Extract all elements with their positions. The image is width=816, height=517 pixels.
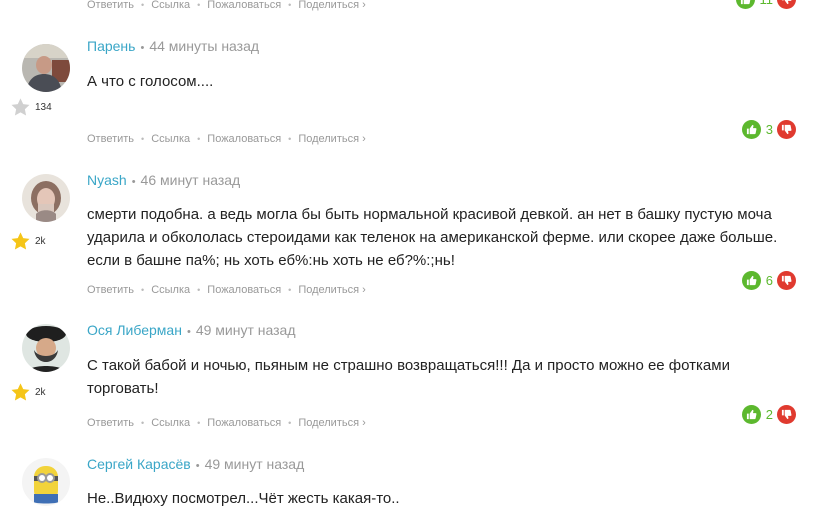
comment-actions: Ответить • Ссылка • Пожаловаться • Подел… bbox=[87, 133, 366, 145]
vote-controls: 2 bbox=[741, 405, 796, 424]
chevron-right-icon: › bbox=[362, 0, 366, 11]
author-name[interactable]: Парень bbox=[87, 38, 135, 54]
thumbs-up-icon[interactable] bbox=[741, 120, 761, 139]
timestamp: 49 минут назад bbox=[195, 322, 296, 338]
separator-dot: • bbox=[141, 134, 145, 144]
report-link[interactable]: Пожаловаться bbox=[207, 284, 281, 296]
comment-meta: Сергей Карасёв • 49 минут назад bbox=[87, 456, 304, 472]
thumbs-up-icon[interactable] bbox=[741, 405, 761, 424]
vote-count: 6 bbox=[765, 273, 773, 288]
permalink-link[interactable]: Ссылка bbox=[151, 0, 190, 11]
separator-dot: • bbox=[141, 418, 145, 428]
separator-dot: • bbox=[141, 285, 145, 295]
separator-dot: • bbox=[131, 176, 136, 188]
comment-actions-0: Ответить • Ссылка • Пожаловаться • Подел… bbox=[87, 0, 366, 11]
report-link[interactable]: Пожаловаться bbox=[207, 417, 281, 429]
separator-dot: • bbox=[140, 42, 145, 54]
thumbs-down-icon[interactable] bbox=[777, 0, 796, 9]
chevron-right-icon: › bbox=[362, 133, 366, 145]
comment-text: смерти подобна. а ведь могла бы быть нор… bbox=[87, 206, 778, 269]
chevron-right-icon: › bbox=[362, 284, 366, 296]
comment-actions: Ответить • Ссылка • Пожаловаться • Подел… bbox=[87, 284, 366, 296]
separator-dot: • bbox=[197, 418, 201, 428]
timestamp: 49 минут назад bbox=[204, 456, 305, 472]
comment-actions: Ответить • Ссылка • Пожаловаться • Подел… bbox=[87, 417, 366, 429]
thumbs-up-icon[interactable] bbox=[735, 0, 755, 9]
user-rating: 134 bbox=[10, 97, 52, 118]
vote-controls: 6 bbox=[741, 271, 796, 290]
thumbs-down-icon[interactable] bbox=[777, 120, 796, 139]
separator-dot: • bbox=[197, 285, 201, 295]
avatar[interactable] bbox=[22, 44, 70, 92]
timestamp: 44 минуты назад bbox=[149, 38, 260, 54]
separator-dot: • bbox=[186, 326, 191, 338]
comment-meta: Nyash • 46 минут назад bbox=[87, 172, 240, 188]
thumbs-up-icon[interactable] bbox=[741, 271, 761, 290]
rating-value: 2k bbox=[35, 387, 46, 398]
author-name[interactable]: Сергей Карасёв bbox=[87, 456, 191, 472]
rating-value: 2k bbox=[35, 236, 46, 247]
separator-dot: • bbox=[195, 460, 200, 472]
avatar[interactable] bbox=[22, 324, 70, 372]
star-icon bbox=[11, 383, 30, 401]
separator-dot: • bbox=[288, 0, 292, 10]
permalink-link[interactable]: Ссылка bbox=[151, 417, 190, 429]
vote-controls: 3 bbox=[741, 120, 796, 139]
avatar[interactable] bbox=[22, 458, 70, 506]
separator-dot: • bbox=[197, 134, 201, 144]
share-link[interactable]: Поделиться bbox=[298, 0, 359, 11]
separator-dot: • bbox=[197, 0, 201, 10]
reply-link[interactable]: Ответить bbox=[87, 284, 134, 296]
comment-text: А что с голосом.... bbox=[87, 73, 214, 90]
comment-meta: Парень • 44 минуты назад bbox=[87, 38, 259, 54]
permalink-link[interactable]: Ссылка bbox=[151, 133, 190, 145]
user-rating: 2k bbox=[10, 382, 46, 403]
separator-dot: • bbox=[288, 134, 292, 144]
thumbs-down-icon[interactable] bbox=[777, 405, 796, 424]
comment-text: Не..Видюху посмотрел...Чёт жесть какая-т… bbox=[87, 490, 400, 507]
comment-text: С такой бабой и ночью, пьяным не страшно… bbox=[87, 357, 730, 397]
separator-dot: • bbox=[288, 285, 292, 295]
vote-controls-0: 11 bbox=[735, 0, 796, 9]
permalink-link[interactable]: Ссылка bbox=[151, 284, 190, 296]
comment-meta: Ося Либерман • 49 минут назад bbox=[87, 322, 296, 338]
reply-link[interactable]: Ответить bbox=[87, 133, 134, 145]
author-name[interactable]: Nyash bbox=[87, 172, 127, 188]
separator-dot: • bbox=[288, 418, 292, 428]
share-link[interactable]: Поделиться bbox=[298, 417, 359, 429]
chevron-right-icon: › bbox=[362, 417, 366, 429]
reply-link[interactable]: Ответить bbox=[87, 417, 134, 429]
user-rating: 2k bbox=[10, 231, 46, 252]
reply-link[interactable]: Ответить bbox=[87, 0, 134, 11]
share-link[interactable]: Поделиться bbox=[298, 133, 359, 145]
timestamp: 46 минут назад bbox=[140, 172, 241, 188]
avatar[interactable] bbox=[22, 174, 70, 222]
report-link[interactable]: Пожаловаться bbox=[207, 0, 281, 11]
report-link[interactable]: Пожаловаться bbox=[207, 133, 281, 145]
share-link[interactable]: Поделиться bbox=[298, 284, 359, 296]
vote-count: 2 bbox=[765, 407, 773, 422]
vote-count: 3 bbox=[765, 122, 773, 137]
separator-dot: • bbox=[141, 0, 145, 10]
star-icon bbox=[11, 98, 30, 116]
author-name[interactable]: Ося Либерман bbox=[87, 322, 182, 338]
star-icon bbox=[11, 232, 30, 250]
thumbs-down-icon[interactable] bbox=[777, 271, 796, 290]
vote-count: 11 bbox=[760, 0, 774, 7]
rating-value: 134 bbox=[35, 102, 52, 113]
